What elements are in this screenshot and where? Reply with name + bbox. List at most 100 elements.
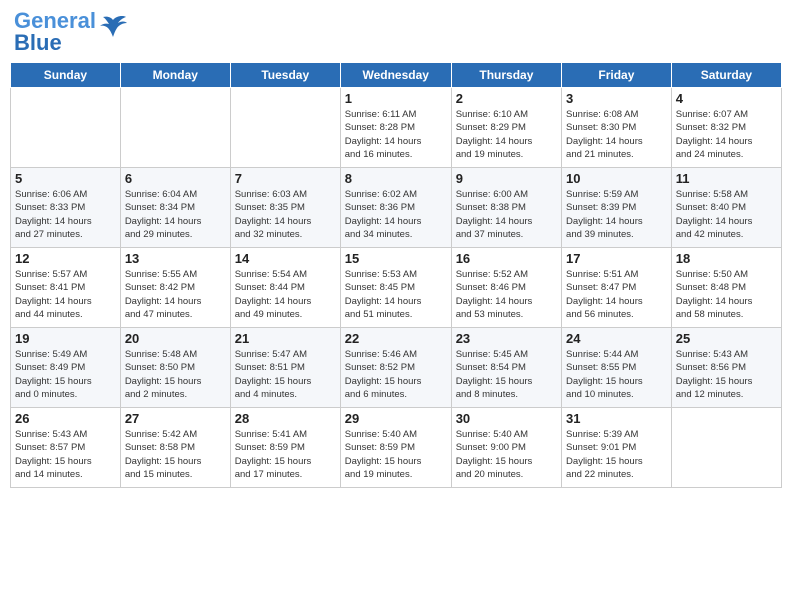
calendar-week-5: 26 Sunrise: 5:43 AM Sunset: 8:57 PM Dayli… (11, 408, 782, 488)
calendar-cell: 14 Sunrise: 5:54 AM Sunset: 8:44 PM Dayli… (230, 248, 340, 328)
calendar-cell: 2 Sunrise: 6:10 AM Sunset: 8:29 PM Daylig… (451, 88, 561, 168)
day-info: Sunrise: 5:51 AM Sunset: 8:47 PM Dayligh… (566, 268, 667, 321)
weekday-header-wednesday: Wednesday (340, 63, 451, 88)
day-number: 19 (15, 331, 116, 346)
calendar-cell: 30 Sunrise: 5:40 AM Sunset: 9:00 PM Dayli… (451, 408, 561, 488)
weekday-header-sunday: Sunday (11, 63, 121, 88)
day-number: 11 (676, 171, 777, 186)
calendar-cell (120, 88, 230, 168)
day-info: Sunrise: 5:42 AM Sunset: 8:58 PM Dayligh… (125, 428, 226, 481)
day-number: 5 (15, 171, 116, 186)
day-info: Sunrise: 5:52 AM Sunset: 8:46 PM Dayligh… (456, 268, 557, 321)
day-info: Sunrise: 5:55 AM Sunset: 8:42 PM Dayligh… (125, 268, 226, 321)
day-number: 27 (125, 411, 226, 426)
day-number: 28 (235, 411, 336, 426)
day-info: Sunrise: 6:03 AM Sunset: 8:35 PM Dayligh… (235, 188, 336, 241)
weekday-header-saturday: Saturday (671, 63, 781, 88)
calendar-header: SundayMondayTuesdayWednesdayThursdayFrid… (11, 63, 782, 88)
calendar-cell: 29 Sunrise: 5:40 AM Sunset: 8:59 PM Dayli… (340, 408, 451, 488)
day-number: 13 (125, 251, 226, 266)
calendar-cell: 7Sunrise: 6:03 AM Sunset: 8:35 PM Daylig… (230, 168, 340, 248)
day-info: Sunrise: 5:43 AM Sunset: 8:57 PM Dayligh… (15, 428, 116, 481)
day-info: Sunrise: 6:08 AM Sunset: 8:30 PM Dayligh… (566, 108, 667, 161)
weekday-header-row: SundayMondayTuesdayWednesdayThursdayFrid… (11, 63, 782, 88)
calendar-cell: 18 Sunrise: 5:50 AM Sunset: 8:48 PM Dayli… (671, 248, 781, 328)
calendar-cell: 6 Sunrise: 6:04 AM Sunset: 8:34 PM Daylig… (120, 168, 230, 248)
calendar-cell (671, 408, 781, 488)
calendar-cell: 10 Sunrise: 5:59 AM Sunset: 8:39 PM Dayli… (562, 168, 672, 248)
day-number: 2 (456, 91, 557, 106)
day-number: 30 (456, 411, 557, 426)
calendar-cell (230, 88, 340, 168)
calendar-cell: 5 Sunrise: 6:06 AM Sunset: 8:33 PM Daylig… (11, 168, 121, 248)
day-info: Sunrise: 5:49 AM Sunset: 8:49 PM Dayligh… (15, 348, 116, 401)
calendar-cell: 12Sunrise: 5:57 AM Sunset: 8:41 PM Dayli… (11, 248, 121, 328)
day-info: Sunrise: 5:47 AM Sunset: 8:51 PM Dayligh… (235, 348, 336, 401)
day-info: Sunrise: 6:04 AM Sunset: 8:34 PM Dayligh… (125, 188, 226, 241)
day-info: Sunrise: 5:50 AM Sunset: 8:48 PM Dayligh… (676, 268, 777, 321)
calendar-cell: 11 Sunrise: 5:58 AM Sunset: 8:40 PM Dayli… (671, 168, 781, 248)
calendar-cell: 27 Sunrise: 5:42 AM Sunset: 8:58 PM Dayli… (120, 408, 230, 488)
day-number: 31 (566, 411, 667, 426)
calendar-cell: 21 Sunrise: 5:47 AM Sunset: 8:51 PM Dayli… (230, 328, 340, 408)
calendar-cell: 1Sunrise: 6:11 AM Sunset: 8:28 PM Daylig… (340, 88, 451, 168)
day-info: Sunrise: 5:40 AM Sunset: 9:00 PM Dayligh… (456, 428, 557, 481)
calendar-cell: 3 Sunrise: 6:08 AM Sunset: 8:30 PM Daylig… (562, 88, 672, 168)
day-number: 22 (345, 331, 447, 346)
day-number: 14 (235, 251, 336, 266)
day-info: Sunrise: 5:48 AM Sunset: 8:50 PM Dayligh… (125, 348, 226, 401)
day-number: 29 (345, 411, 447, 426)
day-number: 4 (676, 91, 777, 106)
calendar-cell (11, 88, 121, 168)
calendar-cell: 16 Sunrise: 5:52 AM Sunset: 8:46 PM Dayli… (451, 248, 561, 328)
calendar-cell: 23 Sunrise: 5:45 AM Sunset: 8:54 PM Dayli… (451, 328, 561, 408)
day-info: Sunrise: 5:41 AM Sunset: 8:59 PM Dayligh… (235, 428, 336, 481)
day-number: 9 (456, 171, 557, 186)
day-info: Sunrise: 5:43 AM Sunset: 8:56 PM Dayligh… (676, 348, 777, 401)
day-info: Sunrise: 5:39 AM Sunset: 9:01 PM Dayligh… (566, 428, 667, 481)
day-number: 21 (235, 331, 336, 346)
day-info: Sunrise: 6:07 AM Sunset: 8:32 PM Dayligh… (676, 108, 777, 161)
day-info: Sunrise: 6:02 AM Sunset: 8:36 PM Dayligh… (345, 188, 447, 241)
day-info: Sunrise: 6:10 AM Sunset: 8:29 PM Dayligh… (456, 108, 557, 161)
day-number: 18 (676, 251, 777, 266)
weekday-header-tuesday: Tuesday (230, 63, 340, 88)
day-info: Sunrise: 6:11 AM Sunset: 8:28 PM Dayligh… (345, 108, 447, 161)
day-number: 3 (566, 91, 667, 106)
calendar-week-3: 12Sunrise: 5:57 AM Sunset: 8:41 PM Dayli… (11, 248, 782, 328)
day-info: Sunrise: 6:06 AM Sunset: 8:33 PM Dayligh… (15, 188, 116, 241)
calendar-cell: 8Sunrise: 6:02 AM Sunset: 8:36 PM Daylig… (340, 168, 451, 248)
day-info: Sunrise: 5:46 AM Sunset: 8:52 PM Dayligh… (345, 348, 447, 401)
day-info: Sunrise: 5:45 AM Sunset: 8:54 PM Dayligh… (456, 348, 557, 401)
calendar-cell: 20 Sunrise: 5:48 AM Sunset: 8:50 PM Dayli… (120, 328, 230, 408)
day-number: 6 (125, 171, 226, 186)
day-info: Sunrise: 5:54 AM Sunset: 8:44 PM Dayligh… (235, 268, 336, 321)
calendar-week-4: 19 Sunrise: 5:49 AM Sunset: 8:49 PM Dayli… (11, 328, 782, 408)
calendar-cell: 31 Sunrise: 5:39 AM Sunset: 9:01 PM Dayli… (562, 408, 672, 488)
calendar-table: SundayMondayTuesdayWednesdayThursdayFrid… (10, 62, 782, 488)
day-number: 17 (566, 251, 667, 266)
weekday-header-friday: Friday (562, 63, 672, 88)
day-number: 16 (456, 251, 557, 266)
calendar-cell: 13 Sunrise: 5:55 AM Sunset: 8:42 PM Dayli… (120, 248, 230, 328)
day-number: 26 (15, 411, 116, 426)
calendar-body: 1Sunrise: 6:11 AM Sunset: 8:28 PM Daylig… (11, 88, 782, 488)
calendar-cell: 9 Sunrise: 6:00 AM Sunset: 8:38 PM Daylig… (451, 168, 561, 248)
calendar-week-1: 1Sunrise: 6:11 AM Sunset: 8:28 PM Daylig… (11, 88, 782, 168)
calendar-cell: 25 Sunrise: 5:43 AM Sunset: 8:56 PM Dayli… (671, 328, 781, 408)
weekday-header-monday: Monday (120, 63, 230, 88)
calendar-cell: 15Sunrise: 5:53 AM Sunset: 8:45 PM Dayli… (340, 248, 451, 328)
day-info: Sunrise: 5:57 AM Sunset: 8:41 PM Dayligh… (15, 268, 116, 321)
day-info: Sunrise: 5:59 AM Sunset: 8:39 PM Dayligh… (566, 188, 667, 241)
day-number: 20 (125, 331, 226, 346)
day-number: 10 (566, 171, 667, 186)
day-number: 25 (676, 331, 777, 346)
day-info: Sunrise: 5:58 AM Sunset: 8:40 PM Dayligh… (676, 188, 777, 241)
day-info: Sunrise: 5:44 AM Sunset: 8:55 PM Dayligh… (566, 348, 667, 401)
day-info: Sunrise: 5:40 AM Sunset: 8:59 PM Dayligh… (345, 428, 447, 481)
day-number: 23 (456, 331, 557, 346)
calendar-cell: 22 Sunrise: 5:46 AM Sunset: 8:52 PM Dayli… (340, 328, 451, 408)
day-info: Sunrise: 6:00 AM Sunset: 8:38 PM Dayligh… (456, 188, 557, 241)
calendar-cell: 17 Sunrise: 5:51 AM Sunset: 8:47 PM Dayli… (562, 248, 672, 328)
calendar-cell: 24Sunrise: 5:44 AM Sunset: 8:55 PM Dayli… (562, 328, 672, 408)
